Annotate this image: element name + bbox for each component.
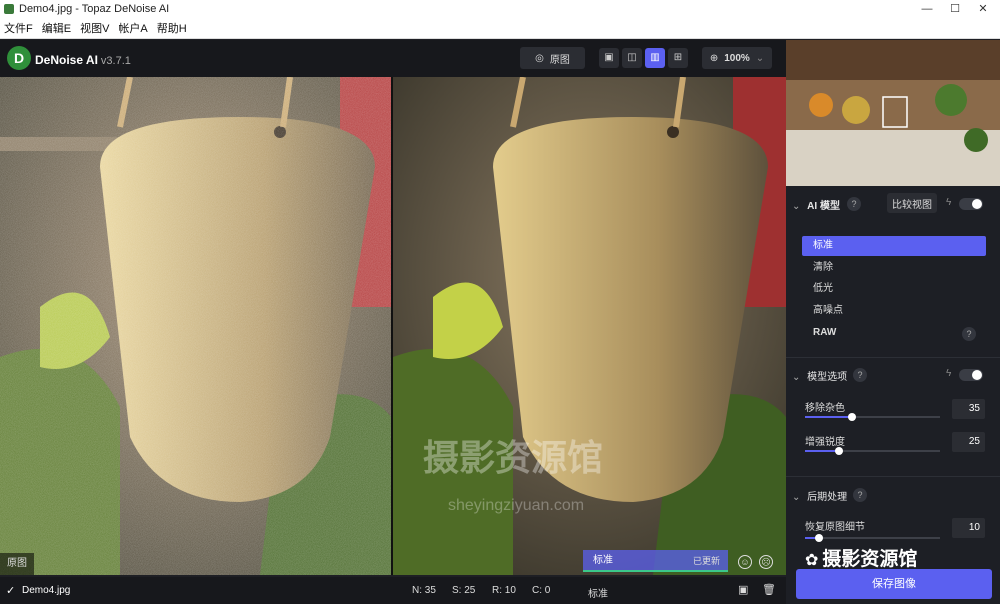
chevron-down-icon: ⌄ bbox=[792, 201, 801, 212]
preview-model-badge: 标准 已更新 bbox=[583, 550, 728, 572]
app-name: DeNoise AI v3.7.1 bbox=[35, 53, 131, 67]
model-low-light[interactable]: 低光 bbox=[802, 279, 986, 299]
enhance-sharpness-slider-knob[interactable] bbox=[834, 447, 843, 455]
save-image-button[interactable]: 保存图像 bbox=[796, 569, 992, 599]
zoom-icon: ⊕ bbox=[709, 52, 719, 64]
original-toggle-button[interactable]: ◎ 原图 bbox=[520, 47, 585, 69]
navigator-thumbnail[interactable] bbox=[786, 40, 1000, 186]
post-processing-header[interactable]: ⌄ 后期处理 bbox=[792, 488, 847, 503]
app-icon bbox=[4, 4, 14, 14]
split-view-button[interactable]: ◫ bbox=[622, 48, 642, 68]
recover-detail-slider[interactable] bbox=[805, 534, 940, 542]
divider bbox=[786, 476, 1000, 477]
ai-model-help-icon[interactable]: ? bbox=[847, 197, 861, 211]
close-button[interactable]: ✕ bbox=[968, 0, 998, 18]
bolt-icon: ϟ bbox=[946, 197, 952, 208]
menu-view[interactable]: 视图V bbox=[80, 20, 109, 36]
remove-noise-label: 移除杂色 bbox=[805, 403, 845, 414]
filename: Demo4.jpg bbox=[22, 585, 71, 596]
enhance-sharpness-value[interactable]: 25 bbox=[952, 432, 985, 452]
app-version: v3.7.1 bbox=[100, 55, 131, 67]
wechat-watermark: ✿ 摄影资源馆 bbox=[805, 549, 918, 570]
watermark-text: 摄影资源馆 bbox=[423, 437, 604, 478]
model-clear[interactable]: 清除 bbox=[802, 258, 986, 278]
ai-model-toggle[interactable] bbox=[959, 198, 983, 210]
watermark-url: sheyingziyuan.com bbox=[448, 497, 585, 514]
compare-view-button[interactable]: 比较视图 bbox=[887, 193, 937, 213]
menu-edit[interactable]: 编辑E bbox=[42, 20, 71, 36]
minimize-button[interactable]: — bbox=[912, 0, 942, 18]
recover-detail-slider-knob[interactable] bbox=[814, 534, 823, 542]
divider bbox=[786, 357, 1000, 358]
bottom-bar: ✓ Demo4.jpg N: 35 S: 25 R: 10 C: 0 标准 ▣ … bbox=[0, 577, 786, 604]
denoise-logo-icon: D bbox=[7, 46, 31, 70]
stat-recover: R: 10 bbox=[492, 585, 516, 596]
enhance-sharpness-label: 增强锐度 bbox=[805, 437, 845, 448]
stat-sharpen: S: 25 bbox=[452, 585, 476, 596]
original-label: 原图 bbox=[0, 553, 34, 575]
smile-icon[interactable]: ☺ bbox=[738, 555, 752, 569]
chevron-down-icon: ⌄ bbox=[792, 492, 801, 503]
bolt-icon: ϟ bbox=[946, 368, 952, 379]
window-title: Demo4.jpg - Topaz DeNoise AI bbox=[19, 3, 170, 15]
menu-account[interactable]: 帐户A bbox=[118, 20, 147, 36]
side-by-side-view-button[interactable]: ▥ bbox=[645, 48, 665, 68]
stat-noise: N: 35 bbox=[412, 585, 436, 596]
check-icon: ✓ bbox=[6, 585, 16, 597]
model-options-header[interactable]: ⌄ 模型选项 bbox=[792, 368, 847, 383]
model-raw[interactable]: RAW bbox=[802, 323, 986, 343]
remove-noise-slider-fill bbox=[805, 416, 853, 418]
raw-help-icon[interactable]: ? bbox=[962, 327, 976, 341]
menu-help[interactable]: 帮助H bbox=[157, 20, 187, 36]
bottom-model: 标准 bbox=[588, 589, 608, 600]
recover-detail-value[interactable]: 10 bbox=[952, 518, 985, 538]
zoom-dropdown[interactable]: ⊕ 100% ⌄ bbox=[702, 47, 772, 69]
enhance-sharpness-slider[interactable] bbox=[805, 447, 940, 455]
model-severe-noise[interactable]: 高噪点 bbox=[802, 301, 986, 321]
enhance-sharpness-slider-fill bbox=[805, 450, 839, 452]
model-options-toggle[interactable] bbox=[959, 369, 983, 381]
stat-color: C: 0 bbox=[532, 585, 551, 596]
updated-label: 已更新 bbox=[692, 556, 720, 566]
remove-noise-slider[interactable] bbox=[805, 413, 940, 421]
chevron-down-icon: ⌄ bbox=[755, 52, 765, 64]
post-processing-help-icon[interactable]: ? bbox=[853, 488, 867, 502]
maximize-button[interactable]: ☐ bbox=[940, 0, 970, 18]
remove-noise-value[interactable]: 35 bbox=[952, 399, 985, 419]
camera-icon[interactable]: ▣ bbox=[738, 583, 748, 596]
model-standard[interactable]: 标准 bbox=[802, 236, 986, 256]
menu-bar: 文件F 编辑E 视图V 帐户A 帮助H bbox=[0, 18, 1000, 39]
menu-file[interactable]: 文件F bbox=[4, 20, 33, 36]
frown-icon[interactable]: ☹ bbox=[759, 555, 773, 569]
model-options-help-icon[interactable]: ? bbox=[853, 368, 867, 382]
chevron-down-icon: ⌄ bbox=[792, 372, 801, 383]
quad-view-button[interactable]: ⊞ bbox=[668, 48, 688, 68]
single-view-button[interactable]: ▣ bbox=[599, 48, 619, 68]
original-image-pane[interactable]: 原图 bbox=[0, 77, 391, 575]
preview-image-pane[interactable]: 摄影资源馆 sheyingziyuan.com 标准 已更新 ☺ ☹ bbox=[393, 77, 786, 575]
pane-divider[interactable] bbox=[391, 77, 393, 575]
eye-off-icon: ◎ bbox=[535, 52, 544, 64]
recover-detail-label: 恢复原图细节 bbox=[805, 522, 865, 533]
wechat-icon: ✿ bbox=[805, 552, 819, 569]
title-bar: Demo4.jpg - Topaz DeNoise AI — ☐ ✕ bbox=[0, 0, 1000, 18]
ai-model-header[interactable]: ⌄ AI 模型 bbox=[792, 197, 840, 212]
trash-icon[interactable]: 🗑 bbox=[762, 583, 776, 596]
